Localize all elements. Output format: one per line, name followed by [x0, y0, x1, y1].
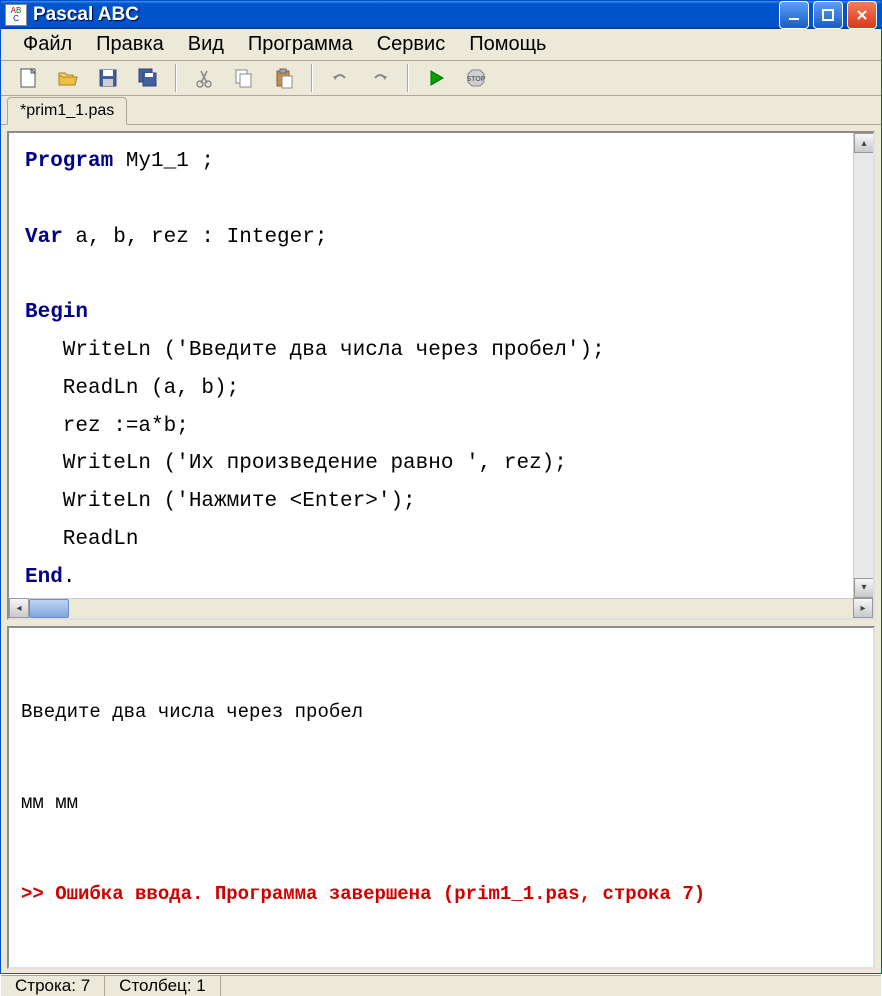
run-button[interactable] — [419, 61, 453, 95]
minimize-button[interactable] — [779, 1, 809, 29]
paste-button[interactable] — [267, 61, 301, 95]
toolbar-separator — [311, 64, 313, 92]
error-prefix: >> — [21, 883, 55, 905]
output-panel[interactable]: Введите два числа через пробел мм мм >> … — [7, 626, 875, 969]
scroll-up-icon[interactable]: ▴ — [854, 133, 874, 153]
open-button[interactable] — [51, 61, 85, 95]
menu-view[interactable]: Вид — [178, 29, 234, 60]
status-empty — [221, 976, 881, 996]
new-button[interactable] — [11, 61, 45, 95]
statusbar: Строка: 7 Столбец: 1 — [1, 975, 881, 996]
scroll-thumb[interactable] — [29, 599, 69, 618]
menu-help[interactable]: Помощь — [459, 29, 556, 60]
app-window: ABC Pascal ABC Файл Правка Вид Программа… — [0, 0, 882, 974]
error-text: Ошибка ввода. Программа завершена (prim1… — [55, 883, 705, 905]
output-error-line: >> Ошибка ввода. Программа завершена (pr… — [21, 879, 861, 909]
redo-button[interactable] — [363, 61, 397, 95]
tab-bar: *prim1_1.pas — [1, 96, 881, 125]
menu-service[interactable]: Сервис — [367, 29, 456, 60]
titlebar[interactable]: ABC Pascal ABC — [1, 1, 881, 29]
undo-button[interactable] — [323, 61, 357, 95]
toolbar: STOP — [1, 61, 881, 96]
scroll-left-icon[interactable]: ◂ — [9, 598, 29, 618]
toolbar-separator — [407, 64, 409, 92]
app-icon: ABC — [5, 4, 27, 26]
horizontal-scrollbar[interactable]: ◂ ▸ — [9, 598, 873, 618]
tab-file[interactable]: *prim1_1.pas — [7, 97, 127, 125]
maximize-button[interactable] — [813, 1, 843, 29]
code-editor: Program My1_1 ; Var a, b, rez : Integer;… — [7, 131, 875, 620]
code-content[interactable]: Program My1_1 ; Var a, b, rez : Integer;… — [9, 133, 873, 596]
cut-button[interactable] — [187, 61, 221, 95]
editor-area: Program My1_1 ; Var a, b, rez : Integer;… — [1, 125, 881, 975]
menubar: Файл Правка Вид Программа Сервис Помощь — [1, 29, 881, 61]
menu-edit[interactable]: Правка — [86, 29, 174, 60]
menu-file[interactable]: Файл — [13, 29, 82, 60]
scroll-right-icon[interactable]: ▸ — [853, 598, 873, 618]
window-title: Pascal ABC — [33, 4, 779, 26]
svg-text:STOP: STOP — [467, 76, 486, 83]
output-line: мм мм — [21, 788, 861, 818]
close-button[interactable] — [847, 1, 877, 29]
scroll-track[interactable] — [854, 153, 873, 578]
toolbar-separator — [175, 64, 177, 92]
scroll-down-icon[interactable]: ▾ — [854, 578, 874, 598]
status-col: Столбец: 1 — [105, 976, 221, 996]
output-line: Введите два числа через пробел — [21, 697, 861, 727]
save-button[interactable] — [91, 61, 125, 95]
status-row: Строка: 7 — [1, 976, 105, 996]
copy-button[interactable] — [227, 61, 261, 95]
save-all-button[interactable] — [131, 61, 165, 95]
stop-button[interactable]: STOP — [459, 61, 493, 95]
menu-program[interactable]: Программа — [238, 29, 363, 60]
vertical-scrollbar[interactable]: ▴ ▾ — [853, 133, 873, 598]
window-controls — [779, 1, 877, 29]
